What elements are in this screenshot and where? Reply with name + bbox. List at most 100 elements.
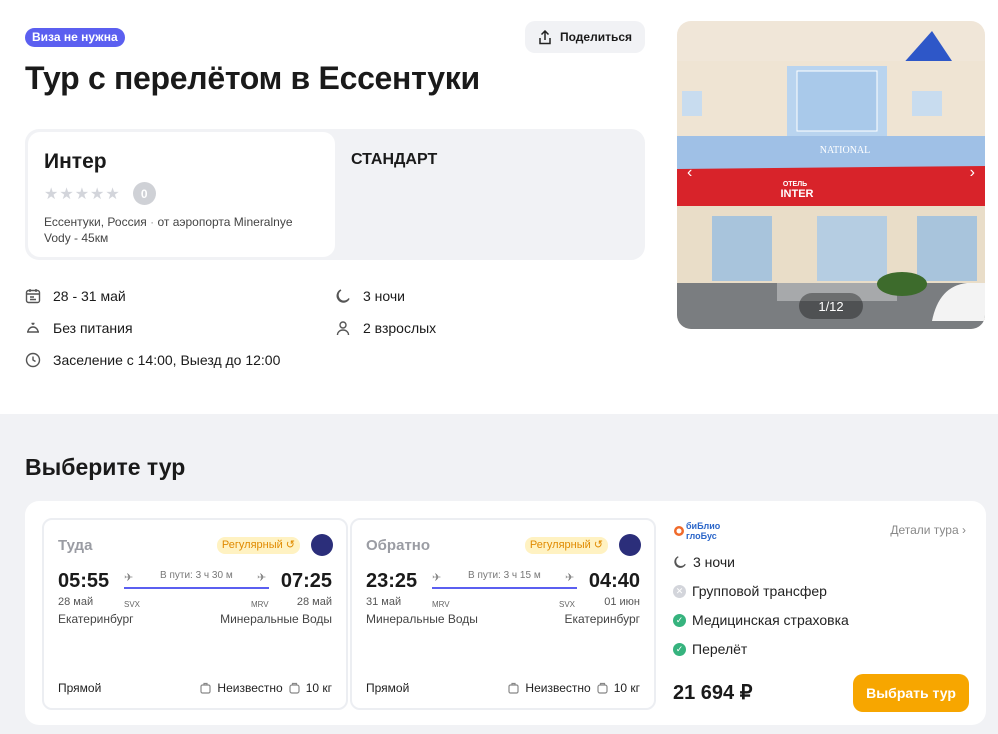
moon-icon xyxy=(336,289,350,303)
cloche-icon xyxy=(27,322,39,333)
arrival-date: 28 май xyxy=(296,596,332,608)
airline-logo-icon xyxy=(311,534,333,556)
flight-return[interactable]: Обратно Регулярный ↺ 23:25 ✈ В пути: 3 ч … xyxy=(350,518,656,710)
baggage-text: Неизвестно xyxy=(525,681,591,695)
landing-icon: ✈ xyxy=(565,572,575,584)
feature-label: Перелёт xyxy=(692,641,748,657)
feature-insurance: ✓ Медицинская страховка xyxy=(673,612,849,628)
hotel-location: Ессентуки, Россия · от аэропорта Mineral… xyxy=(44,214,319,246)
departure-time: 05:55 xyxy=(58,570,110,592)
hotel-name: Интер xyxy=(44,150,107,173)
calendar-icon xyxy=(25,289,41,304)
baggage-text: Неизвестно xyxy=(217,681,283,695)
suitcase-icon xyxy=(200,682,212,694)
route-line xyxy=(432,587,577,589)
airline-logo-icon xyxy=(619,534,641,556)
info-meal: Без питания xyxy=(25,320,133,336)
takeoff-icon: ✈ xyxy=(432,572,442,584)
hotel-card[interactable]: Интер ★★★★★ 0 Ессентуки, Россия · от аэр… xyxy=(28,132,335,257)
suitcase-icon xyxy=(508,682,520,694)
tour-summary: биБлио глоБус Детали тура › 3 ночи ✕ Гру… xyxy=(670,501,986,725)
guests-text: 2 взрослых xyxy=(363,320,437,336)
flight-type: Прямой xyxy=(366,681,410,695)
route-line xyxy=(124,587,269,589)
arrival-code: SVX xyxy=(559,600,576,609)
visa-badge: Виза не нужна xyxy=(25,28,125,47)
prev-photo-arrow[interactable]: ‹ xyxy=(687,164,692,182)
clock-icon xyxy=(25,352,41,368)
meal-text: Без питания xyxy=(53,320,133,336)
included-check-icon: ✓ xyxy=(673,613,686,627)
arrival-time: 04:40 xyxy=(588,570,640,592)
carry-on-text: 10 кг xyxy=(305,681,332,695)
flight-type: Прямой xyxy=(58,681,102,695)
arrival-time: 07:25 xyxy=(280,570,332,592)
departure-city: Минеральные Воды xyxy=(366,612,478,626)
departure-time: 23:25 xyxy=(366,570,418,592)
room-panel: Интер ★★★★★ 0 Ессентуки, Россия · от аэр… xyxy=(25,129,645,260)
arrival-city: Екатеринбург xyxy=(564,612,641,626)
duration: В пути: 3 ч 30 м xyxy=(160,570,233,581)
nights-text: 3 ночи xyxy=(363,288,405,304)
luggage-info: Неизвестно 10 кг xyxy=(200,681,332,695)
feature-flight: ✓ Перелёт xyxy=(673,641,747,657)
info-dates: 28 - 31 май xyxy=(25,288,126,304)
header-section: Виза не нужна Поделиться Тур с перелётом… xyxy=(0,0,998,414)
next-photo-arrow[interactable]: › xyxy=(970,164,975,182)
chevron-right-icon: › xyxy=(962,523,966,537)
moon-icon xyxy=(674,556,686,568)
departure-date: 28 май xyxy=(58,596,94,608)
section-title: Выберите тур xyxy=(25,454,186,480)
regular-label: Регулярный xyxy=(529,539,591,551)
regular-label: Регулярный xyxy=(221,539,283,551)
excluded-icon: ✕ xyxy=(673,584,686,598)
history-icon: ↺ xyxy=(593,539,603,551)
rating-badge: 0 xyxy=(132,182,156,205)
page-title: Тур с перелётом в Ессентуки xyxy=(25,60,480,96)
hotel-photo-gallery[interactable]: NATIONAL ОТЕЛЬ INTER ‹ › 1/12 xyxy=(677,21,985,329)
share-icon xyxy=(539,29,551,44)
feature-transfer: ✕ Групповой трансфер xyxy=(673,583,827,599)
hotel-photo: NATIONAL ОТЕЛЬ INTER xyxy=(677,21,985,329)
history-icon: ↺ xyxy=(285,539,295,551)
tour-price: 21 694 ₽ xyxy=(673,682,753,704)
feature-nights-text: 3 ночи xyxy=(693,554,735,570)
luggage-info: Неизвестно 10 кг xyxy=(508,681,640,695)
flight-direction: Туда xyxy=(58,537,93,554)
checkin-text: Заселение с 14:00, Выезд до 12:00 xyxy=(53,352,281,368)
sign-hotel: ОТЕЛЬ xyxy=(783,181,807,188)
regular-badge: Регулярный ↺ xyxy=(216,537,300,554)
share-label: Поделиться xyxy=(559,30,633,44)
details-label: Детали тура xyxy=(890,523,959,537)
feature-label: Медицинская страховка xyxy=(692,612,849,628)
feature-nights: 3 ночи xyxy=(673,554,735,570)
tour-details-link[interactable]: Детали тура › xyxy=(890,523,966,537)
hotel-stars-row: ★★★★★ 0 xyxy=(44,182,319,205)
logo-top-text: биБлио xyxy=(686,521,721,531)
bag-icon xyxy=(597,682,608,694)
departure-date: 31 май xyxy=(366,596,402,608)
info-guests: 2 взрослых xyxy=(335,320,436,336)
arrival-code: MRV xyxy=(251,600,269,609)
included-check-icon: ✓ xyxy=(673,642,686,656)
sign-national: NATIONAL xyxy=(820,145,871,156)
regular-badge: Регулярный ↺ xyxy=(524,537,608,554)
sign-inter: INTER xyxy=(781,188,814,200)
departure-code: SVX xyxy=(124,600,141,609)
share-button[interactable]: Поделиться xyxy=(525,21,645,53)
tour-card: Туда Регулярный ↺ 05:55 ✈ В пути: 3 ч 30 … xyxy=(25,501,986,725)
room-type: СТАНДАРТ xyxy=(351,151,438,168)
arrival-date: 01 июн xyxy=(604,596,640,608)
dates-text: 28 - 31 май xyxy=(53,288,126,304)
select-tour-button[interactable]: Выбрать тур xyxy=(853,674,969,712)
arrival-city: Минеральные Воды xyxy=(220,612,332,626)
departure-city: Екатеринбург xyxy=(58,612,134,626)
info-checkin: Заселение с 14:00, Выезд до 12:00 xyxy=(25,352,280,368)
logo-bottom-text: глоБус xyxy=(686,531,717,541)
person-icon xyxy=(336,321,350,336)
carry-on-text: 10 кг xyxy=(613,681,640,695)
flight-outbound[interactable]: Туда Регулярный ↺ 05:55 ✈ В пути: 3 ч 30 … xyxy=(42,518,348,710)
photo-counter: 1/12 xyxy=(799,293,863,319)
departure-code: MRV xyxy=(432,600,450,609)
star-icons: ★★★★★ xyxy=(44,185,121,203)
